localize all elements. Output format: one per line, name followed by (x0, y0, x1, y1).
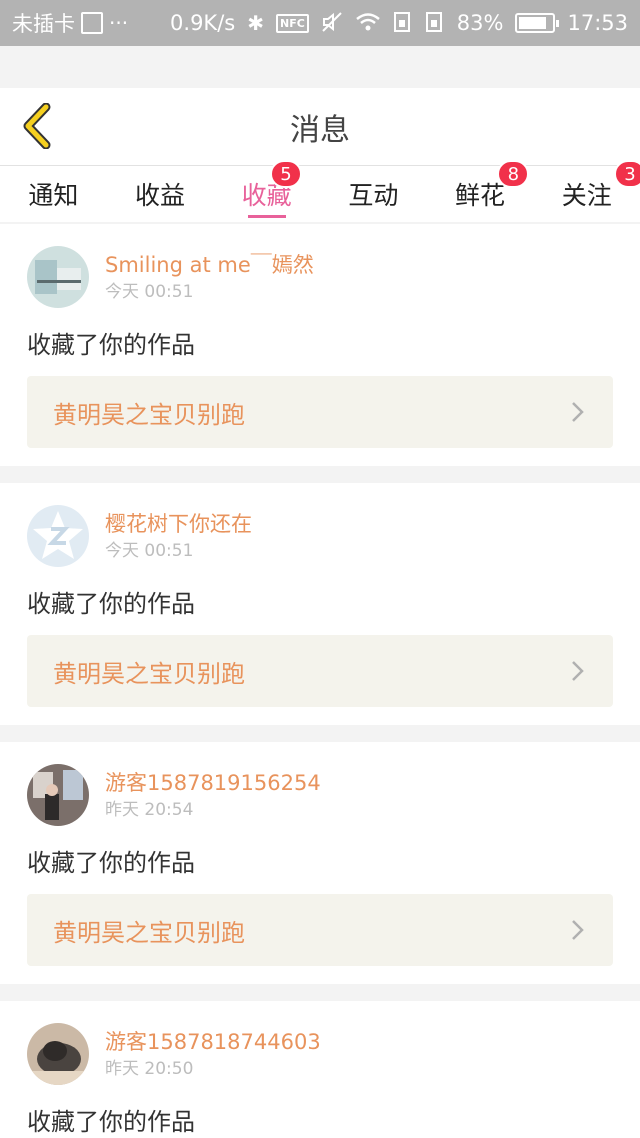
work-link[interactable]: 黄明昊之宝贝别跑 (27, 376, 613, 448)
timestamp: 今天 00:51 (105, 541, 194, 561)
work-title: 黄明昊之宝贝别跑 (53, 400, 245, 429)
tab-favorites[interactable]: 收藏 5 (213, 160, 320, 222)
work-link[interactable]: 黄明昊之宝贝别跑 (27, 894, 613, 966)
chevron-right-icon (572, 920, 584, 940)
wifi-icon (355, 11, 381, 36)
action-text: 收藏了你的作品 (27, 1108, 195, 1136)
avatar[interactable] (27, 246, 89, 308)
top-spacer (0, 46, 640, 88)
avatar[interactable] (27, 764, 89, 826)
username[interactable]: 樱花树下你还在 (105, 509, 252, 539)
page-title: 消息 (290, 112, 350, 148)
list-item: Smiling at me￣嫣然 今天 00:51 收藏了你的作品 黄明昊之宝贝… (0, 224, 640, 466)
card-head: 游客1587818744603 昨天 20:50 (27, 1023, 613, 1085)
tab-label: 通知 (28, 181, 79, 210)
favorites-badge: 5 (270, 160, 303, 188)
work-link[interactable]: 黄明昊之宝贝别跑 (27, 635, 613, 707)
nfc-icon: NFC (275, 13, 309, 33)
bluetooth-icon: ✱ (247, 11, 264, 35)
image-icon (81, 12, 103, 34)
net-speed: 0.9K/s (170, 11, 236, 35)
mute-icon (321, 11, 343, 36)
card-head: Smiling at me￣嫣然 今天 00:51 (27, 246, 613, 308)
chevron-right-icon (572, 661, 584, 681)
battery-percent: 83% (456, 11, 504, 35)
card-head: 游客1587819156254 昨天 20:54 (27, 764, 613, 826)
tab-label: 互动 (348, 181, 399, 210)
tab-bar: 通知 收益 收藏 5 互动 鲜花 8 关注 3 (0, 160, 640, 222)
status-bar: 未插卡 ··· 0.9K/s ✱ NFC 83% 17:53 (0, 0, 640, 46)
message-feed[interactable]: Smiling at me￣嫣然 今天 00:51 收藏了你的作品 黄明昊之宝贝… (0, 224, 640, 1138)
back-arrow-icon (23, 103, 51, 149)
tab-income[interactable]: 收益 (107, 166, 214, 222)
tab-follow[interactable]: 关注 3 (533, 160, 640, 222)
user-info: 樱花树下你还在 今天 00:51 (105, 509, 252, 563)
header: 消息 (0, 88, 640, 166)
tab-flowers[interactable]: 鲜花 8 (427, 160, 534, 222)
timestamp: 昨天 20:54 (105, 800, 194, 820)
timestamp: 今天 00:51 (105, 282, 194, 302)
tab-label: 鲜花 (455, 181, 506, 210)
status-right: 0.9K/s ✱ NFC 83% 17:53 (170, 11, 628, 36)
carrier-label: 未插卡 (12, 12, 75, 36)
user-info: 游客1587819156254 昨天 20:54 (105, 768, 321, 822)
chevron-right-icon (572, 402, 584, 422)
username[interactable]: Smiling at me￣嫣然 (105, 250, 314, 280)
user-info: 游客1587818744603 昨天 20:50 (105, 1027, 321, 1081)
status-left: 未插卡 ··· (12, 8, 128, 38)
list-item: 樱花树下你还在 今天 00:51 收藏了你的作品 黄明昊之宝贝别跑 (0, 483, 640, 725)
flowers-badge: 8 (497, 160, 530, 188)
sim2-icon (425, 11, 445, 36)
timestamp: 昨天 20:50 (105, 1059, 194, 1079)
avatar[interactable] (27, 505, 89, 567)
battery-icon (515, 13, 560, 33)
user-info: Smiling at me￣嫣然 今天 00:51 (105, 250, 314, 304)
more-icon: ··· (109, 11, 129, 35)
action-text: 收藏了你的作品 (27, 849, 195, 877)
follow-badge: 3 (614, 160, 640, 188)
action-text: 收藏了你的作品 (27, 331, 195, 359)
avatar[interactable] (27, 1023, 89, 1085)
clock: 17:53 (567, 11, 628, 35)
card-head: 樱花树下你还在 今天 00:51 (27, 505, 613, 567)
sim1-icon (393, 11, 413, 36)
tab-label: 关注 (561, 181, 612, 210)
username[interactable]: 游客1587819156254 (105, 768, 321, 798)
username[interactable]: 游客1587818744603 (105, 1027, 321, 1057)
list-item: 游客1587819156254 昨天 20:54 收藏了你的作品 黄明昊之宝贝别… (0, 742, 640, 984)
battery-fill (519, 17, 547, 29)
action-text: 收藏了你的作品 (27, 590, 195, 618)
list-item: 游客1587818744603 昨天 20:50 收藏了你的作品 (0, 1001, 640, 1138)
work-title: 黄明昊之宝贝别跑 (53, 659, 245, 688)
tab-label: 收益 (135, 181, 186, 210)
tab-notice[interactable]: 通知 (0, 166, 107, 222)
back-button[interactable] (12, 100, 64, 152)
work-title: 黄明昊之宝贝别跑 (53, 918, 245, 947)
tab-interaction[interactable]: 互动 (320, 166, 427, 222)
